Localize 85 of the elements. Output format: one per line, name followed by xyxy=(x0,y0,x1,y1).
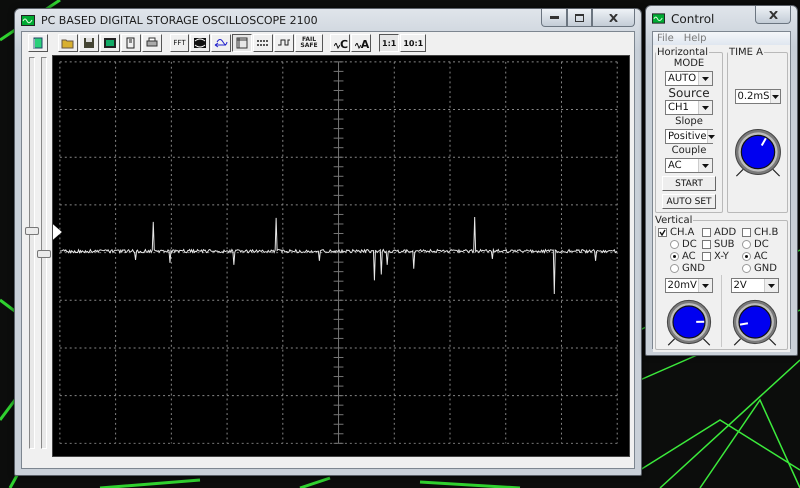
scale-button[interactable]: 10:1 xyxy=(400,34,426,52)
option-label: GND xyxy=(754,262,777,274)
dropdown[interactable]: 2V xyxy=(730,278,778,293)
option-label: ADD xyxy=(714,226,736,238)
option-label: AC xyxy=(754,250,768,262)
save-icon xyxy=(82,36,96,50)
toolbar-button[interactable] xyxy=(253,34,273,52)
caret-icon xyxy=(770,90,780,103)
caret-icon xyxy=(698,72,712,85)
book-icon xyxy=(31,36,45,50)
group-title: TIME A xyxy=(728,47,764,58)
radio-button[interactable] xyxy=(742,240,751,248)
option-label: SUB xyxy=(714,238,735,250)
menu-item[interactable]: Help xyxy=(684,33,707,44)
scope-app-icon xyxy=(21,14,35,26)
trigger-marker xyxy=(53,224,62,240)
checkbox[interactable] xyxy=(702,228,711,236)
field-label: Couple xyxy=(672,145,706,157)
monitor-icon xyxy=(103,36,117,50)
caret-icon xyxy=(706,130,715,143)
option-label: GND xyxy=(682,262,705,274)
toolbar-button[interactable] xyxy=(211,34,231,52)
panel-button[interactable]: START xyxy=(662,176,716,191)
radio-button[interactable] xyxy=(670,240,679,248)
panel-button[interactable]: AUTO SET xyxy=(662,194,716,209)
option-label: CH.B xyxy=(754,226,778,238)
toolbar-button[interactable] xyxy=(28,34,48,52)
caret-icon xyxy=(698,101,712,114)
checkbox[interactable] xyxy=(702,240,711,248)
field-label: Slope xyxy=(675,116,703,128)
toolbar-button[interactable] xyxy=(121,34,141,52)
close-icon xyxy=(768,10,778,18)
field-label: Source xyxy=(668,87,710,99)
dropdown[interactable]: Positive xyxy=(665,129,713,144)
slider-thumb[interactable] xyxy=(25,226,39,235)
toolbar-button[interactable] xyxy=(100,34,120,52)
wave-icon xyxy=(354,43,361,51)
dropdown[interactable]: AUTO xyxy=(665,71,713,86)
maximize-icon xyxy=(575,14,584,22)
open-button[interactable] xyxy=(58,34,78,52)
waveform-icon xyxy=(193,36,207,50)
option-label: CH.A xyxy=(670,226,694,238)
close-button[interactable] xyxy=(755,6,791,24)
scope-app-icon xyxy=(652,13,665,24)
wave-arrow-icon xyxy=(214,36,228,50)
grid-toggle-button[interactable] xyxy=(232,34,252,52)
maximize-button[interactable] xyxy=(567,9,592,27)
radio-button[interactable] xyxy=(670,252,679,260)
minimize-icon xyxy=(550,16,558,19)
caret-icon xyxy=(698,159,712,172)
caret-icon xyxy=(698,279,712,292)
trigger-button[interactable]: A xyxy=(351,34,371,52)
grid-icon xyxy=(235,36,249,50)
dropdown[interactable]: CH1 xyxy=(665,100,713,115)
dropdown[interactable]: AC xyxy=(665,158,713,173)
dropdown[interactable]: 0.2mS xyxy=(734,89,780,104)
checkbox[interactable] xyxy=(742,228,751,236)
radio-button[interactable] xyxy=(670,264,679,272)
dropdown[interactable]: 20mV xyxy=(664,278,712,293)
close-icon xyxy=(609,14,618,22)
checkbox[interactable] xyxy=(658,228,667,236)
group-title: Vertical xyxy=(654,215,694,226)
trigger-button[interactable]: C xyxy=(330,34,350,52)
slider-thumb[interactable] xyxy=(37,250,51,258)
toolbar-button[interactable] xyxy=(190,34,210,52)
caret-icon xyxy=(764,279,778,292)
option-label: AC xyxy=(682,250,696,262)
checkbox[interactable] xyxy=(702,252,711,260)
save-button[interactable] xyxy=(79,34,99,52)
scale-button[interactable]: 1:1 xyxy=(379,34,400,52)
group-title: Horizontal xyxy=(656,47,710,58)
option-label: DC xyxy=(682,238,697,250)
window-title: PC BASED DIGITAL STORAGE OSCILLOSCOPE 2100 xyxy=(41,14,319,26)
close-button[interactable] xyxy=(592,9,635,27)
print-button[interactable] xyxy=(142,34,162,52)
window-title: Control xyxy=(671,12,716,26)
toolbar-button[interactable] xyxy=(274,34,294,52)
radio-button[interactable] xyxy=(742,264,751,272)
wave-icon xyxy=(334,43,340,51)
option-label: DC xyxy=(754,238,769,250)
field-label: MODE xyxy=(674,58,704,70)
option-label: X-Y xyxy=(714,250,729,262)
radio-button[interactable] xyxy=(742,252,751,260)
minimize-button[interactable] xyxy=(541,9,567,27)
menu-item[interactable]: File xyxy=(657,33,674,44)
